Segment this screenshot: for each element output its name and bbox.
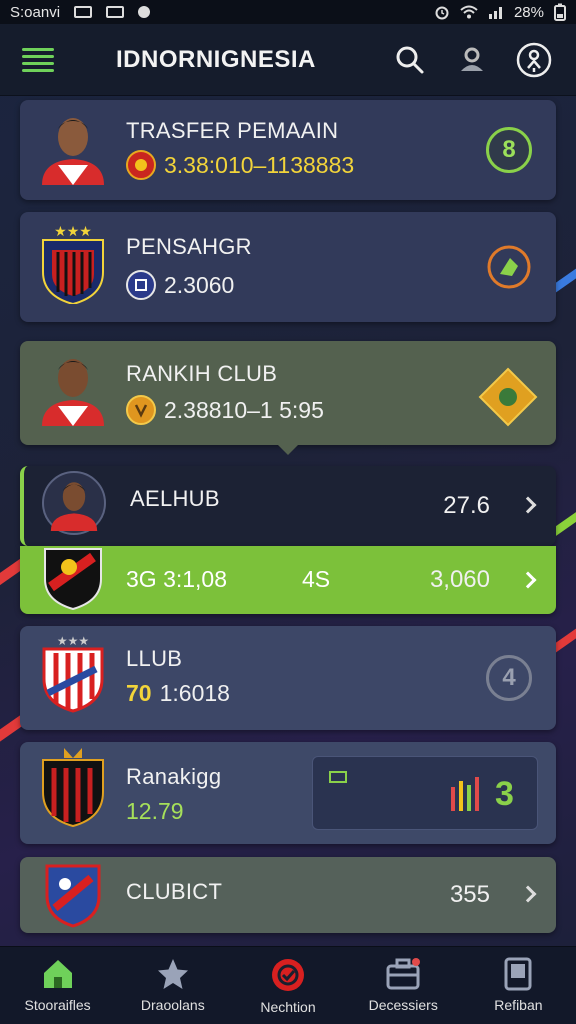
- trophy-icon: [126, 395, 156, 425]
- card-title: Ranakigg: [126, 764, 222, 789]
- card-meta: 2.3060: [126, 270, 234, 300]
- card-title: TRASFER PEMAAIN: [126, 118, 339, 143]
- battery-icon: [554, 3, 566, 21]
- bar-stats-icon: [451, 777, 479, 811]
- search-icon[interactable]: [390, 40, 430, 80]
- nav-label: Draoolans: [140, 997, 205, 1013]
- tag-icon[interactable]: [486, 244, 532, 290]
- nav-label: Nechtion: [260, 999, 316, 1015]
- count-badge: 4: [486, 655, 532, 701]
- card-meta: 2.38810–1 5:95: [126, 395, 324, 425]
- nav-item-decisions[interactable]: Decessiers: [346, 947, 461, 1024]
- club-card[interactable]: ★★★ PENSAHGR 2.3060: [20, 212, 556, 322]
- nav-label: Refiban: [494, 997, 543, 1013]
- svg-text:★★★: ★★★: [57, 634, 89, 648]
- club-crest-icon: [38, 540, 108, 614]
- club-crest-icon: ★★★: [38, 224, 108, 304]
- stats-bar[interactable]: 3G 3:1,08 4S 3,060: [20, 546, 556, 614]
- club-badge-icon: [126, 270, 156, 300]
- card-value: 27.6: [443, 492, 490, 519]
- chevron-right-icon[interactable]: [519, 885, 537, 903]
- card-title: LLUB: [126, 646, 183, 671]
- profile-icon[interactable]: [452, 40, 492, 80]
- stats-right-value: 3,060: [429, 566, 490, 593]
- transfer-card[interactable]: TRASFER PEMAAIN 3.38:010–1138883 8: [20, 100, 556, 200]
- card-title: AELHUB: [130, 486, 220, 511]
- notification-icon: [106, 6, 125, 18]
- home-icon: [43, 960, 72, 988]
- notification-icon: [138, 6, 151, 18]
- target-icon: [272, 959, 304, 991]
- card-value-a: 70: [126, 680, 152, 706]
- diamond-badge-icon[interactable]: [478, 367, 538, 427]
- card-value: 12.79: [126, 798, 184, 824]
- nav-item-home[interactable]: Stooraifles: [0, 947, 115, 1024]
- stats-panel[interactable]: 3: [312, 756, 538, 830]
- card-value: 2.3060: [164, 271, 235, 298]
- panel-value: 3: [495, 775, 514, 813]
- nav-item-favorites[interactable]: Draoolans: [115, 947, 230, 1024]
- card-value-b: 1:6018: [159, 680, 230, 706]
- bottom-nav: Stooraifles Draoolans Nechtion Decessier…: [0, 946, 576, 1024]
- battery-text: 28%: [513, 3, 544, 21]
- club-crest-icon: [38, 748, 108, 828]
- chevron-right-icon[interactable]: [519, 496, 537, 514]
- app-bar: IDNORNIGNESIA: [0, 24, 576, 96]
- card-title: CLUBICT: [126, 879, 223, 904]
- club-crest-icon: ★★★: [38, 634, 108, 713]
- alarm-icon: [435, 6, 449, 20]
- wifi-icon: [460, 5, 478, 19]
- stats-left-value: 3G 3:1,08: [126, 566, 228, 592]
- card-value: 2.38810–1 5:95: [164, 396, 324, 423]
- menu-icon[interactable]: [22, 47, 54, 72]
- player-avatar: [38, 353, 108, 426]
- card-meta: 70 1:6018: [126, 680, 230, 707]
- briefcase-icon: [386, 958, 421, 990]
- card-meta: 3.38:010–1138883: [126, 150, 354, 180]
- notification-icon: [74, 6, 93, 18]
- svg-text:★★★: ★★★: [54, 224, 92, 240]
- page-title: IDNORNIGNESIA: [116, 45, 316, 73]
- status-bar: S:oanvi 28%: [0, 0, 576, 24]
- carrier-text: S:oanvi: [10, 3, 61, 21]
- card-meta: 12.79: [126, 798, 184, 825]
- nav-item-more[interactable]: Refiban: [461, 947, 576, 1024]
- account-settings-icon[interactable]: [514, 40, 554, 80]
- player-avatar: [42, 471, 106, 535]
- count-badge: 8: [486, 127, 532, 173]
- card-title: PENSAHGR: [126, 234, 252, 259]
- player-row-card[interactable]: AELHUB 27.6: [20, 466, 556, 546]
- ranking-card[interactable]: Ranakigg 12.79 3: [20, 742, 556, 844]
- tablet-icon: [504, 957, 532, 991]
- club-card[interactable]: CLUBICT 355: [20, 857, 556, 933]
- club-card[interactable]: ★★★ LLUB 70 1:6018 4: [20, 626, 556, 730]
- club-badge-icon: [126, 150, 156, 180]
- star-icon: [157, 959, 188, 989]
- pointer-arrow: [278, 445, 298, 455]
- card-value: 355: [449, 881, 490, 908]
- nav-label: Decessiers: [368, 997, 438, 1013]
- card-value: 3.38:010–1138883: [164, 151, 355, 178]
- card-title: RANKIH CLUB: [126, 361, 278, 386]
- player-avatar: [38, 112, 108, 185]
- ranking-club-card[interactable]: RANKIH CLUB 2.38810–1 5:95: [20, 341, 556, 455]
- nav-label: Stooraifles: [24, 997, 91, 1013]
- signal-icon: [488, 7, 502, 19]
- nav-item-action[interactable]: Nechtion: [230, 947, 345, 1024]
- screen-icon: [329, 771, 347, 783]
- club-crest-icon: [38, 861, 108, 929]
- stats-mid-value: 4S: [302, 566, 331, 592]
- chevron-right-icon[interactable]: [519, 571, 537, 589]
